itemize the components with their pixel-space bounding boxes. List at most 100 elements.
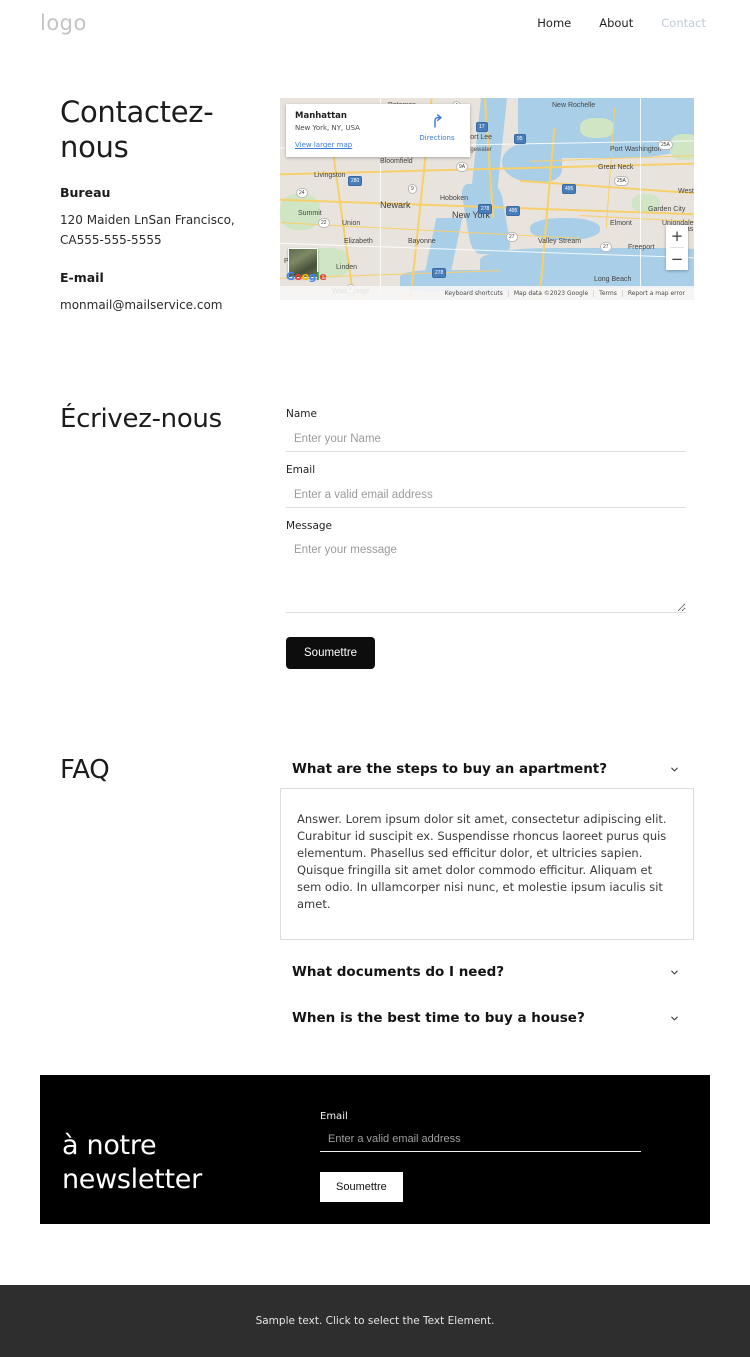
map-place-label: Hoboken	[440, 195, 469, 202]
office-label: Bureau	[60, 185, 111, 200]
map-place-label: Port Washington	[610, 146, 662, 153]
view-larger-map-link[interactable]: View larger map	[295, 141, 352, 149]
map-place-label: Westbury	[678, 188, 694, 195]
newsletter-heading: à notre newsletter	[62, 1129, 322, 1197]
faq-question-toggle[interactable]: When is the best time to buy a house?	[280, 1004, 694, 1032]
faq-question-text: What are the steps to buy an apartment?	[292, 761, 608, 777]
map-place-label: New Rochelle	[552, 102, 596, 109]
map-zoom-controls: + −	[666, 225, 688, 270]
zoom-out-button[interactable]: −	[666, 248, 688, 270]
form-section-heading: Écrivez-nous	[60, 404, 222, 434]
newsletter-section: à notre newsletter Email Soumettre	[40, 1075, 710, 1224]
newsletter-email-label: Email	[320, 1111, 348, 1122]
map-highway-shield: 24	[296, 188, 308, 198]
map-highway-shield: 495	[506, 206, 521, 216]
keyboard-shortcuts-link[interactable]: Keyboard shortcuts	[440, 290, 508, 297]
map-place-label: Valley Stream	[538, 238, 582, 245]
footer-text: Sample text. Click to select the Text El…	[255, 1315, 495, 1327]
map-place-label: Summit	[298, 210, 322, 217]
message-textarea[interactable]	[286, 538, 686, 613]
nav-link-home[interactable]: Home	[537, 16, 571, 30]
contact-form: Name Email Message Soumettre	[286, 408, 686, 669]
site-logo[interactable]: logo	[40, 11, 87, 35]
map-highway-shield: 95	[514, 134, 526, 144]
email-field-group: Email	[286, 464, 686, 508]
contact-info-block: Contactez-nous Bureau 120 Maiden LnSan F…	[60, 95, 265, 315]
chevron-down-icon	[671, 970, 678, 974]
primary-nav: Home About Contact	[537, 16, 706, 30]
directions-icon	[434, 114, 442, 128]
faq-item: When is the best time to buy a house?	[280, 1004, 694, 1032]
faq-question-text: What documents do I need?	[292, 964, 505, 980]
nav-link-about[interactable]: About	[599, 16, 633, 30]
map-highway-shield: 27	[506, 232, 518, 242]
faq-answer-panel: Answer. Lorem ipsum dolor sit amet, cons…	[280, 788, 694, 940]
faq-question-text: When is the best time to buy a house?	[292, 1010, 585, 1026]
email-input[interactable]	[286, 482, 686, 508]
map-place-label: Union	[342, 220, 361, 227]
google-map-embed[interactable]: PatersonNew RochelleFort LeePort Washing…	[280, 98, 694, 300]
site-footer: Sample text. Click to select the Text El…	[0, 1285, 750, 1357]
email-field-label: Email	[286, 464, 316, 476]
faq-answer-text: Answer. Lorem ipsum dolor sit amet, cons…	[297, 812, 667, 911]
map-attribution-bar: Keyboard shortcuts Map data ©2023 Google…	[280, 286, 694, 300]
directions-button[interactable]: Directions	[414, 113, 460, 142]
faq-item: What are the steps to buy an apartment? …	[280, 755, 694, 940]
faq-question-toggle[interactable]: What are the steps to buy an apartment?	[280, 755, 694, 783]
report-map-error-link[interactable]: Report a map error	[621, 289, 690, 297]
faq-item: What documents do I need?	[280, 958, 694, 986]
map-highway-shield: 27	[600, 242, 612, 252]
map-highway-shield: 22	[318, 218, 330, 228]
map-place-label: Linden	[336, 264, 358, 271]
map-highway-shield: 17	[476, 122, 488, 132]
map-highway-shield: 278	[478, 204, 493, 214]
directions-label: Directions	[419, 134, 455, 142]
map-data-credit: Map data ©2023 Google	[507, 289, 593, 297]
map-highway-shield: 495	[562, 184, 577, 194]
map-place-label: Bloomfield	[380, 158, 413, 165]
map-place-label: Elizabeth	[344, 238, 373, 245]
name-input[interactable]	[286, 426, 686, 452]
newsletter-submit-button[interactable]: Soumettre	[320, 1171, 403, 1202]
name-field-label: Name	[286, 408, 317, 420]
newsletter-heading-line2: newsletter	[62, 1164, 202, 1195]
map-info-card[interactable]: Manhattan New York, NY, USA View larger …	[286, 104, 470, 157]
map-highway-shield: 25A	[658, 140, 673, 150]
map-road	[520, 179, 694, 194]
newsletter-heading-line1: à notre	[62, 1130, 157, 1161]
message-field-label: Message	[286, 520, 333, 532]
page-root: logo Home About Contact Contactez-nous B…	[0, 0, 750, 1357]
map-place-label: Elmont	[610, 220, 632, 227]
google-watermark: Google	[286, 270, 327, 283]
map-highway-shield: 9	[408, 184, 417, 194]
map-parkland	[580, 118, 614, 138]
message-field-group: Message	[286, 520, 686, 617]
name-field-group: Name	[286, 408, 686, 452]
map-place-label: Bayonne	[408, 238, 436, 245]
chevron-down-icon	[671, 1016, 678, 1020]
map-highway-shield: 9A	[456, 162, 469, 172]
zoom-in-button[interactable]: +	[666, 225, 688, 247]
site-header: logo Home About Contact	[0, 0, 750, 48]
nav-link-contact[interactable]: Contact	[661, 16, 706, 30]
email-label: E-mail	[60, 270, 104, 285]
newsletter-email-input[interactable]	[320, 1127, 641, 1152]
map-highway-shield: 25A	[614, 176, 629, 186]
map-place-label: Great Neck	[598, 164, 634, 171]
email-value: monmail@mailservice.com	[60, 298, 223, 312]
map-place-label: Livingston	[314, 172, 346, 179]
terms-link[interactable]: Terms	[593, 289, 622, 297]
field-spacer	[286, 452, 686, 464]
map-place-label: Long Beach	[594, 276, 632, 283]
newsletter-form: Email Soumettre	[320, 1111, 645, 1202]
page-title: Contactez-nous	[60, 95, 214, 164]
faq-accordion: What are the steps to buy an apartment? …	[280, 755, 694, 1040]
map-place-label: Garden City	[648, 206, 686, 213]
form-submit-button[interactable]: Soumettre	[286, 637, 376, 669]
map-highway-shield: 278	[432, 268, 447, 278]
faq-question-toggle[interactable]: What documents do I need?	[280, 958, 694, 986]
map-place-label: Newark	[380, 200, 411, 210]
map-road	[640, 98, 641, 300]
field-spacer	[286, 508, 686, 520]
chevron-down-icon	[671, 767, 678, 771]
